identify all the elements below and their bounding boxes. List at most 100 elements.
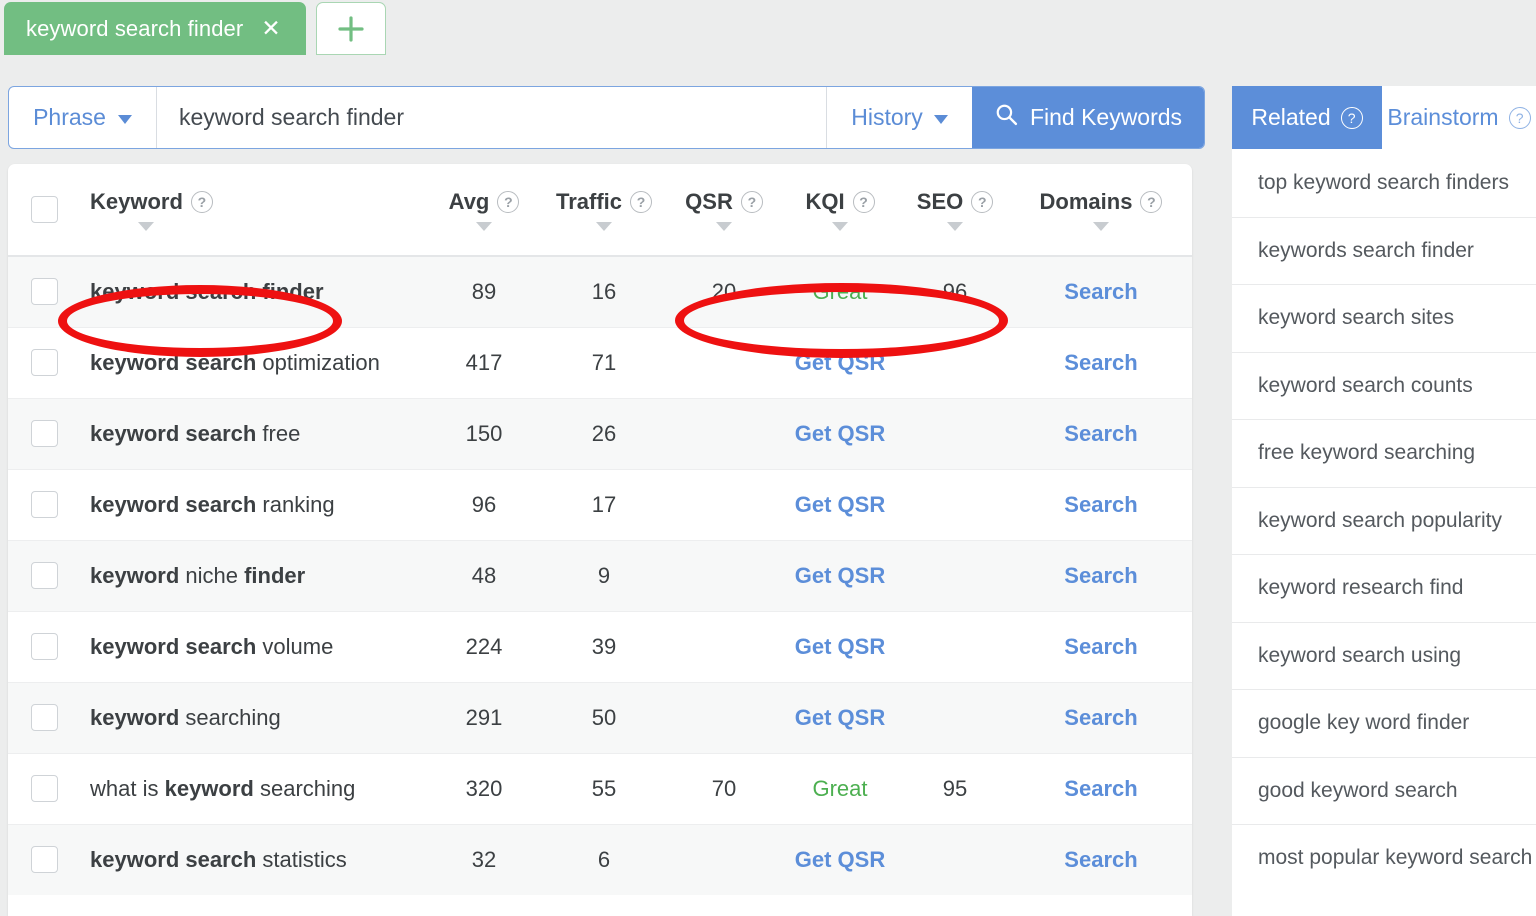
domains-search-link[interactable]: Search <box>1010 468 1192 540</box>
tab-related[interactable]: Related ? <box>1232 86 1382 149</box>
traffic-value: 9 <box>540 539 668 611</box>
column-header-domains[interactable]: Domains ? <box>1010 164 1192 257</box>
traffic-value: 71 <box>540 326 668 398</box>
seo-value <box>900 326 1010 398</box>
related-keyword-item[interactable]: good keyword search <box>1232 756 1536 825</box>
column-header-keyword[interactable]: Keyword ? <box>80 164 428 257</box>
table-row[interactable]: keyword search ranking 96 17 Get QSR Search <box>8 468 1192 540</box>
sort-caret-icon[interactable] <box>596 221 612 231</box>
related-keyword-item[interactable]: keyword search sites <box>1232 284 1536 352</box>
kqi-value: Great <box>812 278 868 304</box>
domains-search-link[interactable]: Search <box>1010 256 1192 327</box>
table-row[interactable]: what is keyword searching 320 55 70 Great 95 S… <box>8 752 1192 824</box>
question-circle-icon[interactable]: ? <box>630 190 653 213</box>
domains-search-link[interactable]: Search <box>1010 539 1192 611</box>
question-circle-icon[interactable]: ? <box>971 190 994 213</box>
search-input[interactable] <box>157 87 826 148</box>
row-checkbox[interactable] <box>30 349 58 376</box>
row-checkbox[interactable] <box>30 278 58 306</box>
qsr-value <box>668 681 780 753</box>
question-circle-icon[interactable]: ? <box>497 190 520 213</box>
tab-brainstorm[interactable]: Brainstorm ? <box>1382 86 1536 149</box>
sort-caret-icon[interactable] <box>138 221 154 231</box>
get-qsr-link[interactable]: Get QSR <box>780 539 900 611</box>
sort-caret-icon[interactable] <box>716 221 732 231</box>
domains-search-link[interactable]: Search <box>1010 681 1192 753</box>
seo-value <box>900 681 1010 753</box>
domains-search-link[interactable]: Search <box>1010 823 1192 895</box>
keyword-cell: keyword niche finder <box>80 539 428 611</box>
domains-search-link[interactable]: Search <box>1010 326 1192 398</box>
row-checkbox[interactable] <box>30 633 58 660</box>
column-header-seo[interactable]: SEO ? <box>900 164 1010 257</box>
row-checkbox[interactable] <box>30 420 58 447</box>
suggestions-sidebar: Related ? Brainstorm ? top keyword searc… <box>1232 86 1536 916</box>
avg-value: 291 <box>428 681 540 753</box>
new-tab-button[interactable] <box>316 2 386 55</box>
qsr-value <box>668 539 780 611</box>
table-row[interactable]: keyword search statistics 32 6 Get QSR Searc… <box>8 823 1192 895</box>
traffic-value: 6 <box>540 823 668 895</box>
select-all-checkbox[interactable] <box>30 196 58 223</box>
seo-value <box>900 397 1010 469</box>
related-keyword-item[interactable]: google key word finder <box>1232 689 1536 757</box>
table-header-row: Keyword ? Avg ? Traffic ? QSR ? KQI ? SE… <box>8 164 1192 257</box>
get-qsr-link[interactable]: Get QSR <box>780 468 900 540</box>
table-row[interactable]: keyword searching 291 50 Get QSR Search <box>8 681 1192 753</box>
domains-search-link[interactable]: Search <box>1010 752 1192 824</box>
get-qsr-link[interactable]: Get QSR <box>780 823 900 895</box>
table-row[interactable]: keyword niche finder 48 9 Get QSR Search <box>8 539 1192 611</box>
sort-caret-icon[interactable] <box>476 221 492 231</box>
get-qsr-link[interactable]: Get QSR <box>780 681 900 753</box>
question-circle-icon[interactable]: ? <box>852 190 875 213</box>
match-type-dropdown[interactable]: Phrase <box>9 87 157 148</box>
related-keyword-item[interactable]: top keyword search finders <box>1232 149 1536 217</box>
table-row[interactable]: keyword search optimization 417 71 Get QSR S… <box>8 326 1192 398</box>
related-keyword-item[interactable]: keyword search popularity <box>1232 486 1536 555</box>
sort-caret-icon[interactable] <box>947 221 963 231</box>
related-keyword-item[interactable]: free keyword searching <box>1232 419 1536 487</box>
sort-caret-icon[interactable] <box>1093 221 1109 231</box>
question-circle-icon[interactable]: ? <box>1508 106 1531 129</box>
row-checkbox[interactable] <box>30 846 58 874</box>
question-circle-icon[interactable]: ? <box>1340 106 1363 129</box>
related-keyword-item[interactable]: keywords search finder <box>1232 216 1536 285</box>
get-qsr-link[interactable]: Get QSR <box>780 326 900 398</box>
column-header-traffic[interactable]: Traffic ? <box>540 164 668 257</box>
column-header-avg[interactable]: Avg ? <box>428 164 540 257</box>
row-checkbox[interactable] <box>30 491 58 518</box>
table-row[interactable]: keyword search finder 89 16 20 Great 96 Search <box>8 256 1192 327</box>
keyword-part: free <box>256 420 301 446</box>
tab-keyword-search-finder[interactable]: keyword search finder ✕ <box>4 2 306 55</box>
keyword-part-bold: keyword search <box>90 633 257 659</box>
plus-icon <box>335 13 367 45</box>
magnifier-icon <box>994 102 1019 133</box>
row-checkbox[interactable] <box>30 704 58 731</box>
get-qsr-link[interactable]: Get QSR <box>780 610 900 682</box>
related-keyword-item[interactable]: most popular keyword search <box>1232 824 1536 892</box>
related-keyword-item[interactable]: keyword research find <box>1232 554 1536 622</box>
close-icon[interactable]: ✕ <box>261 17 280 40</box>
sort-caret-icon[interactable] <box>832 221 848 231</box>
tab-strip: keyword search finder ✕ <box>0 0 1536 58</box>
find-keywords-button[interactable]: Find Keywords <box>972 87 1204 148</box>
history-dropdown[interactable]: History <box>826 87 972 148</box>
row-checkbox[interactable] <box>30 775 58 802</box>
question-circle-icon[interactable]: ? <box>190 190 213 213</box>
find-keywords-label: Find Keywords <box>1029 104 1183 130</box>
table-row[interactable]: keyword search free 150 26 Get QSR Search <box>8 397 1192 469</box>
column-header-kqi[interactable]: KQI ? <box>780 164 900 257</box>
domains-search-link[interactable]: Search <box>1010 610 1192 682</box>
related-keyword-item[interactable]: keyword search using <box>1232 621 1536 690</box>
column-label: Domains <box>1039 188 1133 214</box>
column-header-qsr[interactable]: QSR ? <box>668 164 780 257</box>
question-circle-icon[interactable]: ? <box>1140 190 1163 213</box>
question-circle-icon[interactable]: ? <box>740 190 763 213</box>
get-qsr-link[interactable]: Get QSR <box>780 397 900 469</box>
row-checkbox[interactable] <box>30 562 58 589</box>
related-keyword-item[interactable]: keyword search counts <box>1232 351 1536 420</box>
seo-value: 96 <box>942 278 968 304</box>
domains-search-link[interactable]: Search <box>1010 397 1192 469</box>
table-row[interactable]: keyword search volume 224 39 Get QSR Search <box>8 610 1192 682</box>
row-checkbox-cell <box>8 681 80 753</box>
